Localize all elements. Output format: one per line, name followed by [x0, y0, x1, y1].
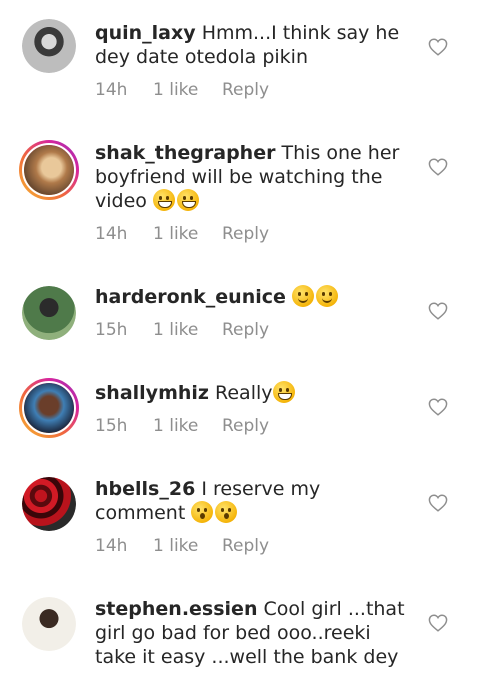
comment-username[interactable]: quin_laxy	[95, 22, 196, 44]
reply-button[interactable]: Reply	[222, 536, 269, 556]
reply-button[interactable]: Reply	[222, 320, 269, 340]
grin-emoji-icon	[152, 189, 175, 211]
heart-outline-icon[interactable]	[428, 38, 448, 56]
heart-outline-icon[interactable]	[428, 398, 448, 416]
avatar[interactable]	[22, 597, 76, 651]
reply-button[interactable]: Reply	[222, 80, 269, 100]
comment-likes[interactable]: 1 like	[153, 416, 198, 436]
heart-outline-icon[interactable]	[428, 614, 448, 632]
surprised-emoji-icon	[215, 501, 238, 523]
comment-username[interactable]: stephen.essien	[95, 598, 257, 620]
comment-username[interactable]: shallymhiz	[95, 382, 209, 404]
smile-emoji-icon	[291, 285, 314, 307]
heart-outline-icon[interactable]	[428, 158, 448, 176]
comment-likes[interactable]: 1 like	[153, 224, 198, 244]
comment-time: 14h	[95, 80, 128, 100]
comment-time: 15h	[95, 416, 128, 436]
avatar[interactable]	[22, 477, 76, 531]
comment-username[interactable]: harderonk_eunice	[95, 286, 286, 308]
comment-text: shak_thegrapher This one her boyfriend w…	[95, 141, 415, 213]
avatar[interactable]	[22, 19, 76, 73]
grin-emoji-icon	[272, 381, 295, 403]
avatar[interactable]	[22, 286, 76, 340]
reply-button[interactable]: Reply	[222, 224, 269, 244]
comment-text: harderonk_eunice	[95, 285, 415, 309]
comment-text: quin_laxy Hmm...I think say he dey date …	[95, 21, 415, 69]
heart-outline-icon[interactable]	[428, 302, 448, 320]
grin-emoji-icon	[176, 189, 199, 211]
comment-time: 14h	[95, 224, 128, 244]
smile-emoji-icon	[315, 285, 338, 307]
comment-text: shallymhiz Really	[95, 381, 415, 405]
comment-username[interactable]: hbells_26	[95, 478, 195, 500]
avatar[interactable]	[19, 378, 79, 438]
comment-text: hbells_26 I reserve my comment	[95, 477, 415, 525]
comment-time: 15h	[95, 320, 128, 340]
comment-likes[interactable]: 1 like	[153, 320, 198, 340]
surprised-emoji-icon	[191, 501, 214, 523]
heart-outline-icon[interactable]	[428, 494, 448, 512]
avatar[interactable]	[19, 140, 79, 200]
reply-button[interactable]: Reply	[222, 416, 269, 436]
comment-likes[interactable]: 1 like	[153, 536, 198, 556]
comment-likes[interactable]: 1 like	[153, 80, 198, 100]
comment-username[interactable]: shak_thegrapher	[95, 142, 275, 164]
comment-body: Really	[215, 382, 273, 404]
comment-time: 14h	[95, 536, 128, 556]
comment-text: stephen.essien Cool girl ...that girl go…	[95, 597, 415, 669]
